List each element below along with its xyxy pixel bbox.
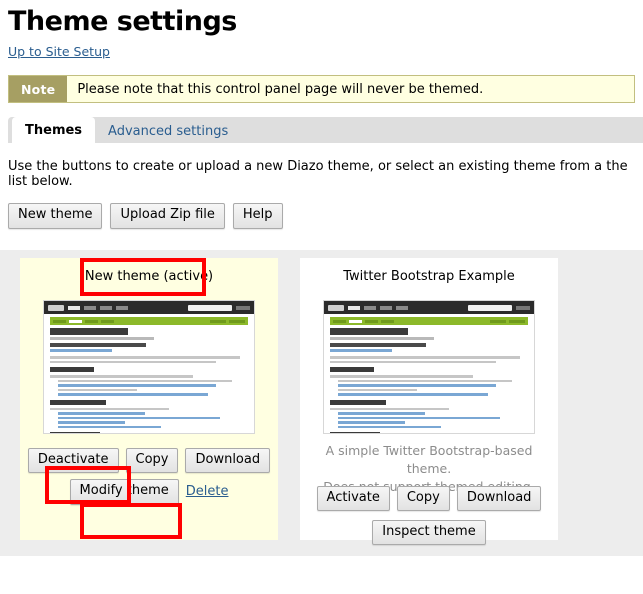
copy-button[interactable]: Copy — [126, 448, 179, 473]
thumb-search-box — [188, 305, 232, 311]
theme-description-line-1: A simple Twitter Bootstrap-based theme. — [308, 442, 550, 478]
thumb-tab-contents — [333, 320, 346, 323]
theme-card-twitter-bootstrap[interactable]: Twitter Bootstrap Example — [300, 258, 558, 540]
thumb-user-menu — [516, 306, 530, 310]
thumb-tab-view — [69, 320, 82, 323]
note-bar: Note Please note that this control panel… — [8, 75, 635, 103]
tab-advanced-settings[interactable]: Advanced settings — [95, 120, 241, 143]
thumb-tab-edit — [85, 320, 98, 323]
thumb-nav-news — [84, 306, 96, 310]
theme-thumbnail-preview — [43, 300, 255, 434]
breadcrumb-up-link[interactable]: Up to Site Setup — [8, 44, 110, 59]
theme-card-actions-secondary: Modify theme Delete — [28, 479, 270, 504]
themes-card-row: New theme (active) — [0, 250, 643, 540]
thumbnail-body — [324, 325, 534, 434]
thumb-tab-rules — [381, 320, 394, 323]
thumb-nav-users — [396, 306, 408, 310]
thumbnail-body — [44, 325, 254, 434]
page-title: Theme settings — [8, 8, 635, 36]
theme-card-actions-primary: Deactivate Copy Download — [28, 448, 270, 473]
delete-link[interactable]: Delete — [186, 484, 229, 499]
thumbnail-navbar — [50, 317, 248, 325]
thumbnail-topbar — [324, 301, 534, 314]
thumb-tab-display — [210, 320, 226, 323]
theme-card-actions-secondary: Inspect theme — [300, 520, 558, 545]
download-button[interactable]: Download — [185, 448, 270, 473]
thumb-tab-contents — [53, 320, 66, 323]
page-header: Theme settings Up to Site Setup — [0, 0, 643, 65]
thumb-nav-home — [68, 306, 80, 310]
help-button[interactable]: Help — [233, 203, 283, 228]
thumb-user-menu — [236, 306, 250, 310]
tab-bar: Themes Advanced settings — [0, 117, 643, 143]
thumb-tab-add — [509, 320, 525, 323]
theme-thumbnail-preview — [323, 300, 535, 434]
theme-card-title: Twitter Bootstrap Example — [308, 268, 550, 286]
themes-list-area: New theme (active) — [0, 250, 643, 556]
thumb-tab-add — [229, 320, 245, 323]
modify-theme-button[interactable]: Modify theme — [70, 479, 179, 504]
note-text: Please note that this control panel page… — [67, 76, 483, 102]
copy-button[interactable]: Copy — [397, 486, 450, 511]
download-button[interactable]: Download — [457, 486, 542, 511]
note-badge: Note — [9, 76, 67, 102]
thumb-nav-users — [116, 306, 128, 310]
new-theme-button[interactable]: New theme — [8, 203, 102, 228]
instructions-text: Use the buttons to create or upload a ne… — [8, 159, 635, 189]
thumbnail-navbar — [330, 317, 528, 325]
thumb-nav-events — [100, 306, 112, 310]
thumb-nav-news — [364, 306, 376, 310]
tab-themes[interactable]: Themes — [12, 117, 95, 143]
upload-zip-button[interactable]: Upload Zip file — [110, 203, 224, 228]
thumbnail-topbar — [44, 301, 254, 314]
thumb-tab-display — [490, 320, 506, 323]
theme-toolbar: New theme Upload Zip file Help — [8, 203, 635, 228]
plone-logo-icon — [328, 305, 344, 311]
thumb-nav-home — [348, 306, 360, 310]
activate-button[interactable]: Activate — [317, 486, 390, 511]
theme-card-new-theme[interactable]: New theme (active) — [20, 258, 278, 540]
thumb-tab-edit — [365, 320, 378, 323]
theme-card-actions-primary: Activate Copy Download — [300, 486, 558, 511]
thumb-search-box — [468, 305, 512, 311]
thumb-tab-rules — [101, 320, 114, 323]
thumb-nav-events — [380, 306, 392, 310]
inspect-theme-button[interactable]: Inspect theme — [372, 520, 485, 545]
deactivate-button[interactable]: Deactivate — [28, 448, 119, 473]
theme-card-title: New theme (active) — [28, 268, 270, 286]
plone-logo-icon — [48, 305, 64, 311]
tab-strip: Themes Advanced settings — [8, 117, 643, 143]
thumb-tab-view — [349, 320, 362, 323]
